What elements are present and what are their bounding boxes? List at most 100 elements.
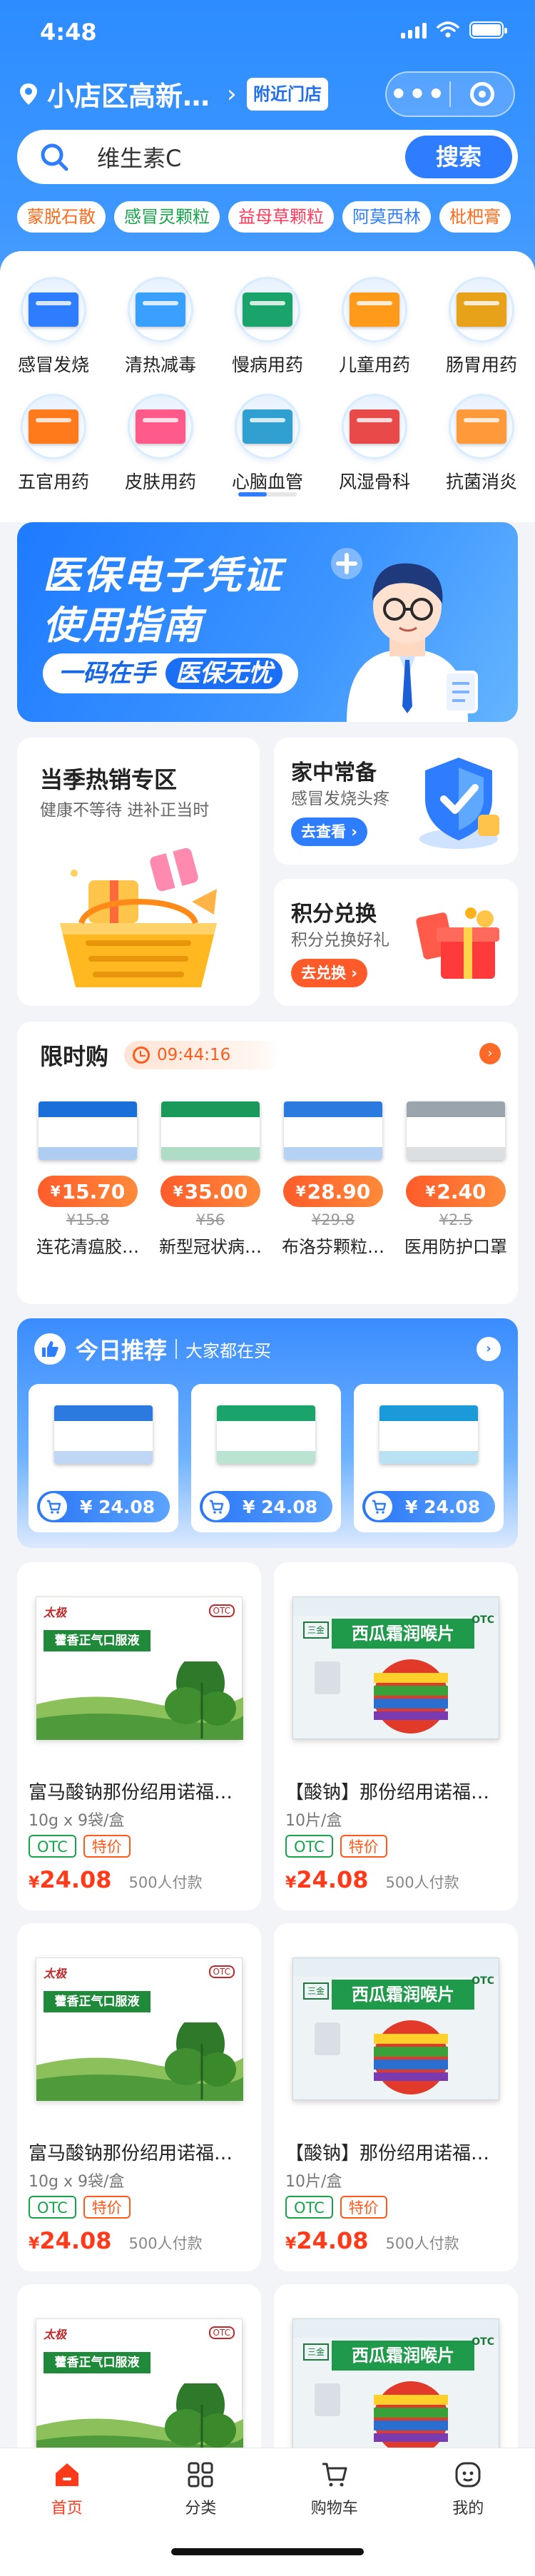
product-card[interactable]: 太极 OTC 藿香正气口服液 富马酸钠那份绍用诺福… 10g x 9袋/盒 OTC 特价 ¥2… xyxy=(17,1562,261,1910)
product-title: 【酸钠】那份绍用诺福… xyxy=(285,2143,490,2164)
tab-label: 购物车 xyxy=(310,2500,358,2518)
pack-name: 藿香正气口服液 xyxy=(44,1991,151,2012)
flash-sale-item[interactable]: ¥35.00 ¥56 新型冠状病… xyxy=(150,1093,271,1258)
product-card[interactable]: 太极 OTC 藿香正气口服液 富马酸钠那份绍用诺福… 10g x 9袋/盒 OTC 特价 ¥2… xyxy=(17,1923,261,2271)
flash-item-name: 布洛芬颗粒… xyxy=(282,1237,384,1257)
product-image xyxy=(158,1093,263,1169)
product-image: 三金 西瓜霜润喉片 OTC xyxy=(285,1943,506,2114)
flash-sale-more-icon[interactable]: › xyxy=(479,1043,501,1064)
search-input[interactable] xyxy=(97,143,382,170)
recommend-item[interactable]: ¥ 24.08 xyxy=(191,1384,341,1532)
hot-tag[interactable]: 益母草颗粒 xyxy=(228,201,334,233)
shopping-basket-icon xyxy=(60,847,217,987)
flash-sale-item[interactable]: ¥2.40 ¥2.5 医用防护口罩 xyxy=(395,1093,516,1258)
category-item[interactable]: 五官用药 xyxy=(0,394,107,494)
category-item[interactable]: 慢病用药 xyxy=(214,277,321,377)
product-card[interactable]: 三金 西瓜霜润喉片 OTC 【酸钠】那份绍用诺福… 10片/盒 OTC 特价 ¥24.08 50… xyxy=(274,1923,518,2271)
hot-tag[interactable]: 阿莫西林 xyxy=(342,201,431,233)
hot-season-card[interactable]: 当季热销专区 健康不等待 进补正当时 xyxy=(17,738,260,1006)
page: 4:48 小店区高新… › 附近门店 ••• 搜索 蒙脱石散 感冒灵颗粒 xyxy=(0,0,535,2576)
category-label: 风湿骨科 xyxy=(338,472,410,492)
points-card[interactable]: 积分兑换 积分兑换好礼 去兑换 › xyxy=(274,879,518,1006)
category-item[interactable]: 感冒发烧 xyxy=(0,277,107,377)
countdown-value: 09:44:16 xyxy=(157,1046,231,1064)
tab-label: 首页 xyxy=(51,2500,83,2518)
category-item[interactable]: 儿童用药 xyxy=(321,277,428,377)
home-stock-button-label: 去查看 xyxy=(301,823,346,840)
search-button[interactable]: 搜索 xyxy=(405,136,512,178)
tab-cart[interactable]: 购物车 xyxy=(268,2458,402,2520)
heart-medicine-icon xyxy=(235,394,300,459)
gift-box-icon xyxy=(416,907,499,979)
tab-home[interactable]: 首页 xyxy=(0,2458,134,2520)
status-icons xyxy=(401,21,507,39)
pack-otc: OTC xyxy=(208,2326,235,2339)
hot-tag[interactable]: 枇杷膏 xyxy=(439,201,511,233)
points-title: 积分兑换 xyxy=(291,902,377,927)
recommend-item[interactable]: ¥ 24.08 xyxy=(354,1384,504,1532)
home-stock-card[interactable]: 家中常备 感冒发烧头疼 去查看 › xyxy=(274,738,518,865)
recommend-more-icon[interactable]: › xyxy=(477,1337,501,1361)
home-indicator xyxy=(171,2548,364,2555)
otc-badge: OTC xyxy=(29,1835,76,1858)
product-tags: OTC 特价 xyxy=(285,1835,387,1858)
recommend-item[interactable]: ¥ 24.08 xyxy=(29,1384,178,1532)
mini-program-capsule: ••• xyxy=(385,71,515,117)
flash-sale-title: 限时购 xyxy=(40,1043,109,1070)
otc-badge: OTC xyxy=(285,2196,333,2219)
recommend-header: 今日推荐 大家都在买 xyxy=(34,1333,271,1365)
skin-medicine-icon xyxy=(128,394,193,459)
product-package: 太极 OTC 藿香正气口服液 xyxy=(36,2318,243,2462)
close-miniprogram-icon[interactable] xyxy=(451,82,514,106)
product-tags: OTC 特价 xyxy=(29,2196,131,2219)
tab-profile[interactable]: 我的 xyxy=(402,2458,535,2520)
child-medicine-icon xyxy=(342,277,407,342)
pack-name: 西瓜霜润喉片 xyxy=(332,1619,474,1649)
product-package: 三金 西瓜霜润喉片 OTC xyxy=(292,1597,499,1739)
banner-title-line2: 使用指南 xyxy=(43,603,203,648)
flash-sale-item[interactable]: ¥28.90 ¥29.8 布洛芬颗粒… xyxy=(272,1093,394,1258)
product-image xyxy=(404,1093,508,1169)
recommend-price-button[interactable]: ¥ 24.08 xyxy=(362,1491,495,1522)
flash-sale-item[interactable]: ¥15.70 ¥15.8 连花清瘟胶… xyxy=(27,1093,148,1258)
nearby-store-button[interactable]: 附近门店 xyxy=(247,78,328,111)
location-selector[interactable]: 小店区高新… › xyxy=(19,74,237,113)
category-item[interactable]: 清热减毒 xyxy=(107,277,214,377)
pack-brand: 三金 xyxy=(303,2343,329,2361)
recommend-price-button[interactable]: ¥ 24.08 xyxy=(37,1491,170,1522)
category-item[interactable]: 抗菌消炎 xyxy=(428,394,535,494)
product-spec: 10片/盒 xyxy=(285,2173,342,2191)
otc-badge: OTC xyxy=(285,1835,333,1858)
tab-category[interactable]: 分类 xyxy=(134,2458,268,2520)
more-menu-icon[interactable]: ••• xyxy=(387,76,449,112)
currency-symbol: ¥ xyxy=(173,1183,183,1200)
product-card[interactable]: 三金 西瓜霜润喉片 OTC 【酸钠】那份绍用诺福… 10片/盒 OTC 特价 ¥24.08 50… xyxy=(274,1562,518,1910)
otc-badge: OTC xyxy=(29,2196,76,2219)
stomach-medicine-icon xyxy=(449,277,514,342)
recommend-price-button[interactable]: ¥ 24.08 xyxy=(200,1491,332,1522)
product-price: 24.08 xyxy=(296,2227,369,2254)
location-text: 小店区高新… xyxy=(47,81,210,112)
category-item[interactable]: 风湿骨科 xyxy=(321,394,428,494)
category-item[interactable]: 肠胃用药 xyxy=(428,277,535,377)
cold-medicine-icon xyxy=(21,277,86,342)
flash-item-name: 医用防护口罩 xyxy=(404,1237,507,1257)
promo-banner[interactable]: 医保电子凭证 使用指南 一码在手 医保无忧 xyxy=(17,522,518,722)
hot-tag[interactable]: 蒙脱石散 xyxy=(17,201,106,233)
recommend-price: ¥ 24.08 xyxy=(405,1496,481,1517)
product-price-row: ¥24.08 500人付款 xyxy=(285,2227,459,2254)
home-stock-button[interactable]: 去查看 › xyxy=(291,818,367,846)
category-item[interactable]: 心脑血管 xyxy=(214,394,321,494)
tab-label: 我的 xyxy=(452,2500,484,2518)
category-item[interactable]: 皮肤用药 xyxy=(107,394,214,494)
hot-tag[interactable]: 感冒灵颗粒 xyxy=(114,201,220,233)
recommend-section: 今日推荐 大家都在买 › ¥ 24.08 ¥ 24.08 ¥ 24.08 xyxy=(17,1318,518,1548)
flash-sale-list: ¥15.70 ¥15.8 连花清瘟胶… ¥35.00 ¥56 新型冠状病… ¥28.90 ¥2… xyxy=(17,1093,518,1258)
flash-price: 15.70 xyxy=(61,1179,126,1203)
product-price-row: ¥24.08 500人付款 xyxy=(29,1866,203,1893)
flash-price: 2.40 xyxy=(437,1179,486,1203)
special-price-badge: 特价 xyxy=(340,2196,387,2219)
banner-pill-a: 一码在手 xyxy=(58,659,156,688)
points-button[interactable]: 去兑换 › xyxy=(291,959,367,987)
pack-name: 藿香正气口服液 xyxy=(44,2352,151,2373)
